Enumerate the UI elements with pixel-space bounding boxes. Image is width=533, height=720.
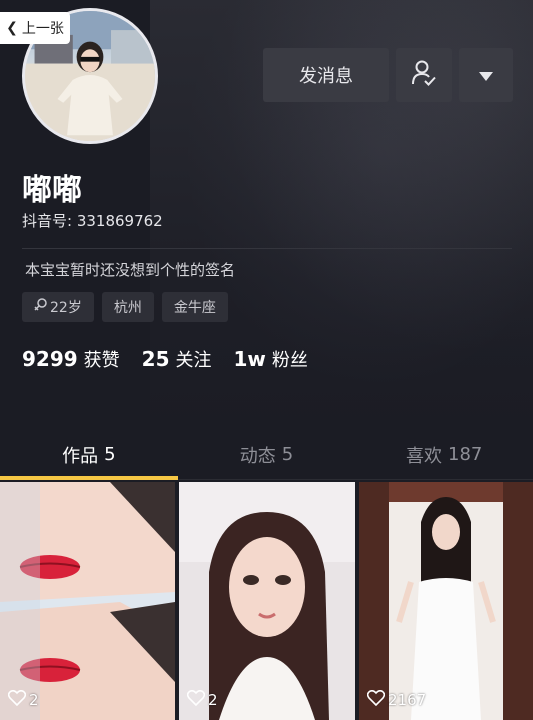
heart-icon bbox=[7, 689, 27, 710]
tag-age-label: 22岁 bbox=[50, 300, 82, 316]
video-likes: 2 bbox=[7, 689, 39, 710]
video-grid: 2 2 2167 bbox=[0, 482, 533, 720]
tag-city-label: 杭州 bbox=[113, 300, 142, 316]
tab-moments-label: 动态 bbox=[239, 445, 276, 467]
profile-tags: 22岁 杭州 金牛座 bbox=[22, 292, 228, 322]
tag-zodiac-label: 金牛座 bbox=[173, 300, 216, 316]
profile-bio: 本宝宝暂时还没想到个性的签名 bbox=[25, 261, 236, 279]
video-likes: 2 bbox=[186, 689, 218, 710]
profile-stats: 9299 获赞 25 关注 1w 粉丝 bbox=[22, 346, 308, 372]
stat-followers-label: 粉丝 bbox=[271, 350, 308, 371]
send-message-button[interactable]: 发消息 bbox=[263, 48, 389, 102]
tab-works-count: 5 bbox=[104, 444, 116, 465]
video-thumbnail-image bbox=[359, 482, 533, 720]
douyin-id: 抖音号: 331869762 bbox=[22, 212, 163, 230]
stat-following[interactable]: 25 关注 bbox=[142, 346, 212, 372]
video-thumbnail[interactable]: 2167 bbox=[359, 482, 533, 720]
video-thumbnail[interactable]: 2 bbox=[179, 482, 355, 720]
tag-age: 22岁 bbox=[22, 292, 94, 322]
divider bbox=[22, 248, 512, 249]
tab-liked[interactable]: 喜欢 187 bbox=[355, 430, 533, 479]
caret-down-icon bbox=[479, 66, 493, 85]
tag-zodiac: 金牛座 bbox=[161, 292, 228, 322]
video-thumbnail-image bbox=[0, 482, 175, 720]
video-thumbnail-image bbox=[179, 482, 355, 720]
stat-likes-label: 获赞 bbox=[83, 350, 120, 371]
content-tabs: 作品 5 动态 5 喜欢 187 bbox=[0, 430, 533, 480]
video-thumbnail[interactable]: 2 bbox=[0, 482, 175, 720]
stat-likes-value: 9299 bbox=[22, 347, 78, 371]
profile-name: 嘟嘟 bbox=[22, 173, 82, 208]
video-likes: 2167 bbox=[366, 689, 427, 710]
stat-followers-value: 1w bbox=[233, 347, 266, 371]
profile-page: ❮ 上一张 发消息 嘟嘟 抖音号: 331869762 本宝宝暂时还没想到个性的… bbox=[0, 0, 533, 720]
tab-moments-count: 5 bbox=[281, 444, 294, 465]
stat-following-value: 25 bbox=[141, 347, 170, 371]
stat-following-label: 关注 bbox=[175, 350, 212, 371]
more-dropdown-button[interactable] bbox=[459, 48, 513, 102]
user-check-icon bbox=[411, 59, 437, 91]
back-button-label: 上一张 bbox=[21, 21, 64, 37]
video-likes-count: 2 bbox=[29, 691, 39, 709]
back-button[interactable]: ❮ 上一张 bbox=[0, 12, 70, 44]
stat-likes[interactable]: 9299 获赞 bbox=[22, 346, 120, 372]
video-likes-count: 2 bbox=[208, 691, 218, 709]
tab-moments[interactable]: 动态 5 bbox=[178, 430, 356, 479]
tab-liked-count: 187 bbox=[448, 444, 483, 465]
chevron-left-icon: ❮ bbox=[6, 20, 18, 36]
tab-works-label: 作品 bbox=[62, 445, 99, 467]
female-icon bbox=[34, 298, 47, 316]
tab-liked-label: 喜欢 bbox=[406, 445, 442, 467]
tab-works[interactable]: 作品 5 bbox=[0, 430, 178, 480]
video-likes-count: 2167 bbox=[388, 691, 427, 709]
followed-button[interactable] bbox=[396, 48, 452, 102]
tag-city: 杭州 bbox=[101, 292, 154, 322]
heart-icon bbox=[366, 689, 386, 710]
send-message-label: 发消息 bbox=[299, 66, 353, 87]
stat-followers[interactable]: 1w 粉丝 bbox=[234, 346, 308, 372]
heart-icon bbox=[186, 689, 206, 710]
